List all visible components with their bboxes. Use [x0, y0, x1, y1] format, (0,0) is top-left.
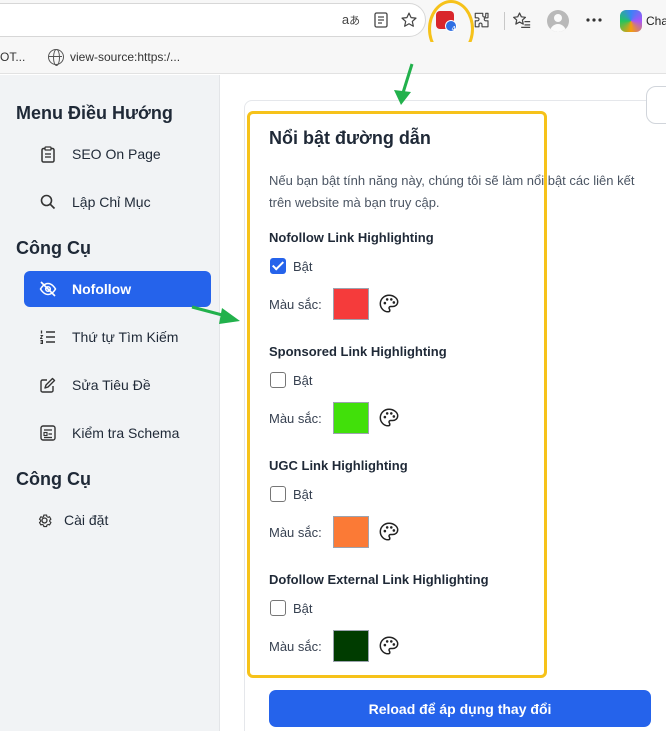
sponsored-color-swatch[interactable]	[333, 402, 369, 434]
bookmark-item[interactable]: OT...	[0, 50, 25, 64]
checkbox-label[interactable]: Bật	[293, 259, 313, 274]
color-label: Màu sắc:	[269, 525, 322, 540]
palette-icon[interactable]	[378, 521, 400, 543]
palette-icon[interactable]	[378, 293, 400, 315]
clipboard-icon	[24, 145, 72, 163]
checkbox-label[interactable]: Bật	[293, 373, 313, 388]
more-menu-icon[interactable]	[583, 9, 605, 31]
gear-icon	[24, 512, 64, 529]
panel-description: Nếu bạn bật tính năng này, chúng tôi sẽ …	[269, 173, 635, 210]
sidebar-section-title: Công Cụ	[16, 469, 91, 489]
checkbox-label[interactable]: Bật	[293, 487, 313, 502]
palette-icon[interactable]	[378, 407, 400, 429]
annotation-arrow-right	[191, 305, 240, 324]
dofollow-enable-checkbox[interactable]	[270, 600, 286, 616]
favorite-star-icon[interactable]	[398, 9, 420, 31]
extensions-puzzle-icon[interactable]	[471, 9, 493, 31]
palette-icon[interactable]	[378, 635, 400, 657]
page-title: Nổi bật đường dẫn	[269, 128, 431, 148]
sidebar-item-nofollow[interactable]: Nofollow	[24, 271, 211, 307]
section-heading-nofollow: Nofollow Link Highlighting	[269, 230, 434, 245]
sidebar-item-edit-title[interactable]: Sửa Tiêu Đề	[24, 367, 211, 403]
sidebar-item-search-order[interactable]: Thứ tự Tìm Kiếm	[24, 319, 211, 355]
bookmarks-bar: OT... view-source:https:/...	[0, 42, 666, 74]
sidebar-item-label: SEO On Page	[72, 146, 161, 162]
sidebar-item-label: Cài đặt	[64, 512, 109, 528]
sidebar-section-title: Menu Điều Hướng	[16, 103, 173, 123]
sponsored-enable-checkbox[interactable]	[270, 372, 286, 388]
sidebar-section-title: Công Cụ	[16, 238, 91, 258]
schema-icon	[24, 425, 72, 441]
bookmark-item[interactable]: view-source:https:/...	[70, 50, 180, 64]
annotation-arrow-down	[394, 63, 414, 105]
section-heading-ugc: UGC Link Highlighting	[269, 458, 408, 473]
reader-view-icon[interactable]	[370, 9, 392, 31]
translate-icon[interactable]: aあ	[340, 9, 362, 31]
reload-button[interactable]: Reload để áp dụng thay đổi	[269, 690, 651, 727]
color-label: Màu sắc:	[269, 639, 322, 654]
color-label: Màu sắc:	[269, 411, 322, 426]
sidebar	[0, 75, 220, 731]
sidebar-item-seo-on-page[interactable]: SEO On Page	[24, 136, 211, 172]
panel-corner-button[interactable]	[646, 86, 666, 124]
sidebar-item-indexing[interactable]: Lập Chỉ Mục	[24, 184, 211, 220]
nofollow-color-swatch[interactable]	[333, 288, 369, 320]
ugc-color-swatch[interactable]	[333, 516, 369, 548]
sidebar-item-label: Thứ tự Tìm Kiếm	[72, 329, 179, 345]
toolbar-divider	[504, 12, 505, 30]
section-heading-dofollow: Dofollow External Link Highlighting	[269, 572, 489, 587]
sidebar-item-label: Nofollow	[72, 281, 132, 297]
search-icon	[24, 194, 72, 210]
copilot-icon[interactable]	[620, 10, 642, 32]
nofollow-enable-checkbox[interactable]	[270, 258, 286, 274]
globe-icon	[48, 49, 64, 66]
screenshot-root: aあ 4 Cha OT... view-source:https:/... Me…	[0, 0, 666, 731]
color-label: Màu sắc:	[269, 297, 322, 312]
eye-off-icon	[24, 281, 72, 297]
address-bar[interactable]	[0, 3, 426, 37]
list-ordered-icon	[24, 330, 72, 344]
dofollow-color-swatch[interactable]	[333, 630, 369, 662]
browser-toolbar: aあ 4 Cha	[0, 0, 666, 42]
sidebar-item-settings[interactable]: Cài đặt	[24, 502, 211, 538]
section-heading-sponsored: Sponsored Link Highlighting	[269, 344, 447, 359]
sidebar-item-label: Sửa Tiêu Đề	[72, 377, 151, 393]
checkbox-label[interactable]: Bật	[293, 601, 313, 616]
sidebar-item-schema-check[interactable]: Kiểm tra Schema	[24, 415, 211, 451]
profile-avatar[interactable]	[547, 10, 569, 32]
copilot-label[interactable]: Cha	[646, 14, 666, 28]
favorites-list-icon[interactable]	[511, 9, 533, 31]
sidebar-item-label: Kiểm tra Schema	[72, 425, 180, 441]
edit-icon	[24, 377, 72, 393]
extension-badge-count: 4	[451, 25, 456, 33]
ugc-enable-checkbox[interactable]	[270, 486, 286, 502]
sidebar-item-label: Lập Chỉ Mục	[72, 194, 151, 210]
